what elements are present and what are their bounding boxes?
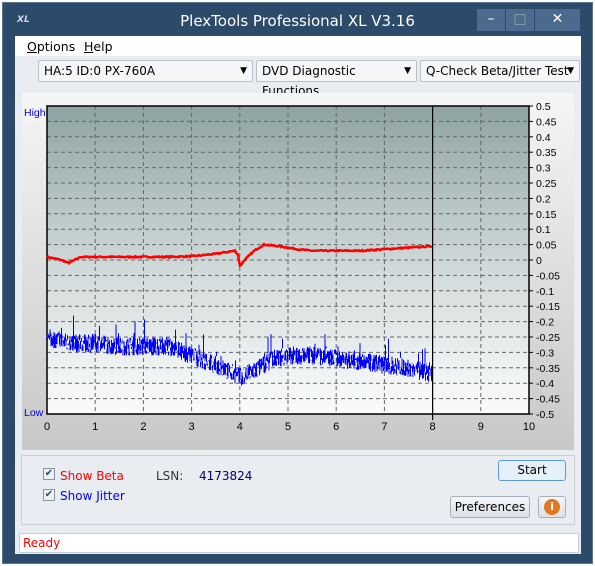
- status-bar: Ready: [19, 533, 579, 553]
- y-tick-label: 0.3: [536, 163, 551, 175]
- y-tick-label: 0.4: [536, 132, 551, 144]
- y-tick-label: -0.2: [536, 317, 554, 329]
- y-tick-label: 0.45: [536, 116, 557, 128]
- y-tick-label: 0.05: [536, 240, 557, 252]
- x-tick-label: 2: [140, 421, 146, 433]
- x-tick-label: 3: [189, 421, 195, 433]
- y-tick-label: 0.25: [536, 178, 557, 190]
- menu-options[interactable]: Options: [27, 39, 75, 54]
- y-tick-label: 0.2: [536, 193, 551, 205]
- options-group: ✔ Show Beta ✔ Show Jitter LSN: 4173824 S…: [21, 455, 575, 525]
- chart-panel: 0.5 0.45 0.4 0.35 0.3 0.25 0.2 0.15 0.1 0.05 0 -0.0…: [22, 93, 574, 450]
- drive-select-value: HA:5 ID:0 PX-760A: [44, 64, 156, 78]
- high-label: High: [24, 107, 46, 119]
- chevron-down-icon: ▼: [404, 66, 411, 76]
- low-label: Low: [24, 407, 44, 419]
- lsn-label: LSN:: [156, 469, 184, 483]
- test-select[interactable]: Q-Check Beta/Jitter Test ▼: [420, 60, 580, 82]
- x-tick-label: 8: [430, 421, 436, 433]
- y-tick-label: -0.4: [536, 378, 554, 390]
- show-jitter-checkbox[interactable]: ✔: [43, 489, 55, 501]
- y-tick-label: -0.15: [536, 301, 560, 313]
- lsn-value: 4173824: [199, 469, 253, 483]
- x-tick-label: 7: [381, 421, 387, 433]
- info-button[interactable]: i: [538, 496, 566, 518]
- y-tick-label: -0.5: [536, 409, 554, 421]
- menu-bar: Options Help: [15, 36, 581, 56]
- y-tick-label: -0.3: [536, 347, 554, 359]
- y-tick-label: 0.1: [536, 224, 551, 236]
- x-tick-label: 1: [92, 421, 98, 433]
- y-tick-label: -0.45: [536, 394, 560, 406]
- y-tick-label: -0.25: [536, 332, 560, 344]
- chevron-down-icon: ▼: [567, 66, 574, 76]
- y-tick-label: 0.35: [536, 147, 557, 159]
- function-select[interactable]: DVD Diagnostic Functions ▼: [256, 60, 417, 98]
- x-tick-label: 9: [478, 421, 484, 433]
- show-beta-checkbox[interactable]: ✔: [43, 468, 55, 480]
- start-button[interactable]: Start: [498, 460, 566, 481]
- client-area: Options Help HA:5 ID:0 PX-760A ▼ DVD Diag…: [15, 36, 581, 554]
- x-tick-label: 0: [44, 421, 50, 433]
- y-tick-label: 0.5: [536, 101, 551, 113]
- info-icon: i: [544, 499, 560, 515]
- y-tick-label: -0.1: [536, 286, 554, 298]
- close-button[interactable]: ✕: [535, 9, 580, 31]
- x-tick-label: 5: [285, 421, 291, 433]
- preferences-button[interactable]: Preferences: [450, 496, 530, 518]
- minimize-button[interactable]: –: [477, 9, 505, 31]
- x-tick-label: 6: [333, 421, 339, 433]
- app-logo: XL: [17, 15, 30, 25]
- x-tick-label: 4: [237, 421, 243, 433]
- main-window: PlexTools Professional XL V3.16 XL – □ ✕…: [2, 2, 593, 564]
- y-tick-label: 0.15: [536, 209, 557, 221]
- beta-jitter-chart: 0.5 0.45 0.4 0.35 0.3 0.25 0.2 0.15 0.1 0.05 0 -0.0…: [24, 101, 560, 433]
- drive-select[interactable]: HA:5 ID:0 PX-760A ▼: [38, 60, 253, 82]
- menu-help[interactable]: Help: [84, 39, 113, 54]
- show-beta-label: Show Beta: [60, 469, 124, 483]
- test-select-value: Q-Check Beta/Jitter Test: [426, 64, 569, 78]
- y-tick-label: 0: [536, 255, 542, 267]
- x-tick-label: 10: [523, 421, 535, 433]
- show-jitter-label: Show Jitter: [60, 489, 125, 503]
- maximize-button[interactable]: □: [506, 9, 534, 31]
- chevron-down-icon: ▼: [240, 66, 247, 76]
- y-tick-label: -0.35: [536, 363, 560, 375]
- y-tick-label: -0.05: [536, 270, 560, 282]
